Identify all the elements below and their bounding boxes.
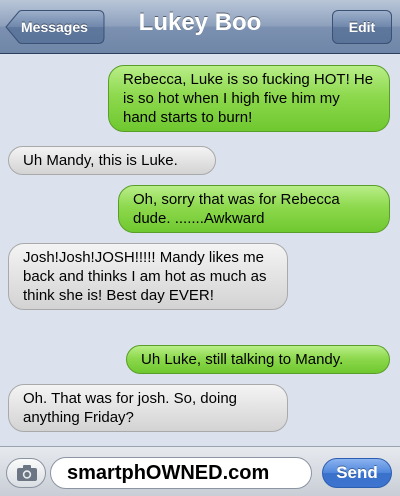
message-bubble-sent[interactable]: Oh, sorry that was for Rebecca dude. ...… [118, 185, 390, 233]
message-bubble-sent[interactable]: Rebecca, Luke is so fucking HOT! He is s… [108, 65, 390, 132]
navigation-bar: Messages Lukey Boo Edit [0, 0, 400, 54]
camera-button[interactable] [6, 458, 46, 488]
message-input[interactable]: smartphOWNED.com [50, 457, 312, 489]
message-text: Oh. That was for josh. So, doing anythin… [23, 390, 238, 426]
camera-icon [17, 465, 37, 481]
message-composer: smartphOWNED.com Send [0, 446, 400, 496]
message-text: Uh Luke, still talking to Mandy. [141, 351, 344, 368]
message-text: Uh Mandy, this is Luke. [23, 152, 178, 169]
message-text: Josh!Josh!JOSH!!!!! Mandy likes me back … [23, 249, 267, 304]
message-bubble-sent[interactable]: Uh Luke, still talking to Mandy. [126, 345, 390, 374]
message-bubble-received[interactable]: Uh Mandy, this is Luke. [8, 146, 216, 175]
message-text: Oh, sorry that was for Rebecca dude. ...… [133, 191, 340, 227]
message-text: Rebecca, Luke is so fucking HOT! He is s… [123, 71, 374, 126]
message-bubble-received[interactable]: Oh. That was for josh. So, doing anythin… [8, 384, 288, 432]
send-button[interactable]: Send [322, 458, 392, 488]
message-bubble-received[interactable]: Josh!Josh!JOSH!!!!! Mandy likes me back … [8, 243, 288, 310]
message-list: Rebecca, Luke is so fucking HOT! He is s… [0, 55, 400, 445]
edit-button[interactable]: Edit [332, 10, 392, 44]
